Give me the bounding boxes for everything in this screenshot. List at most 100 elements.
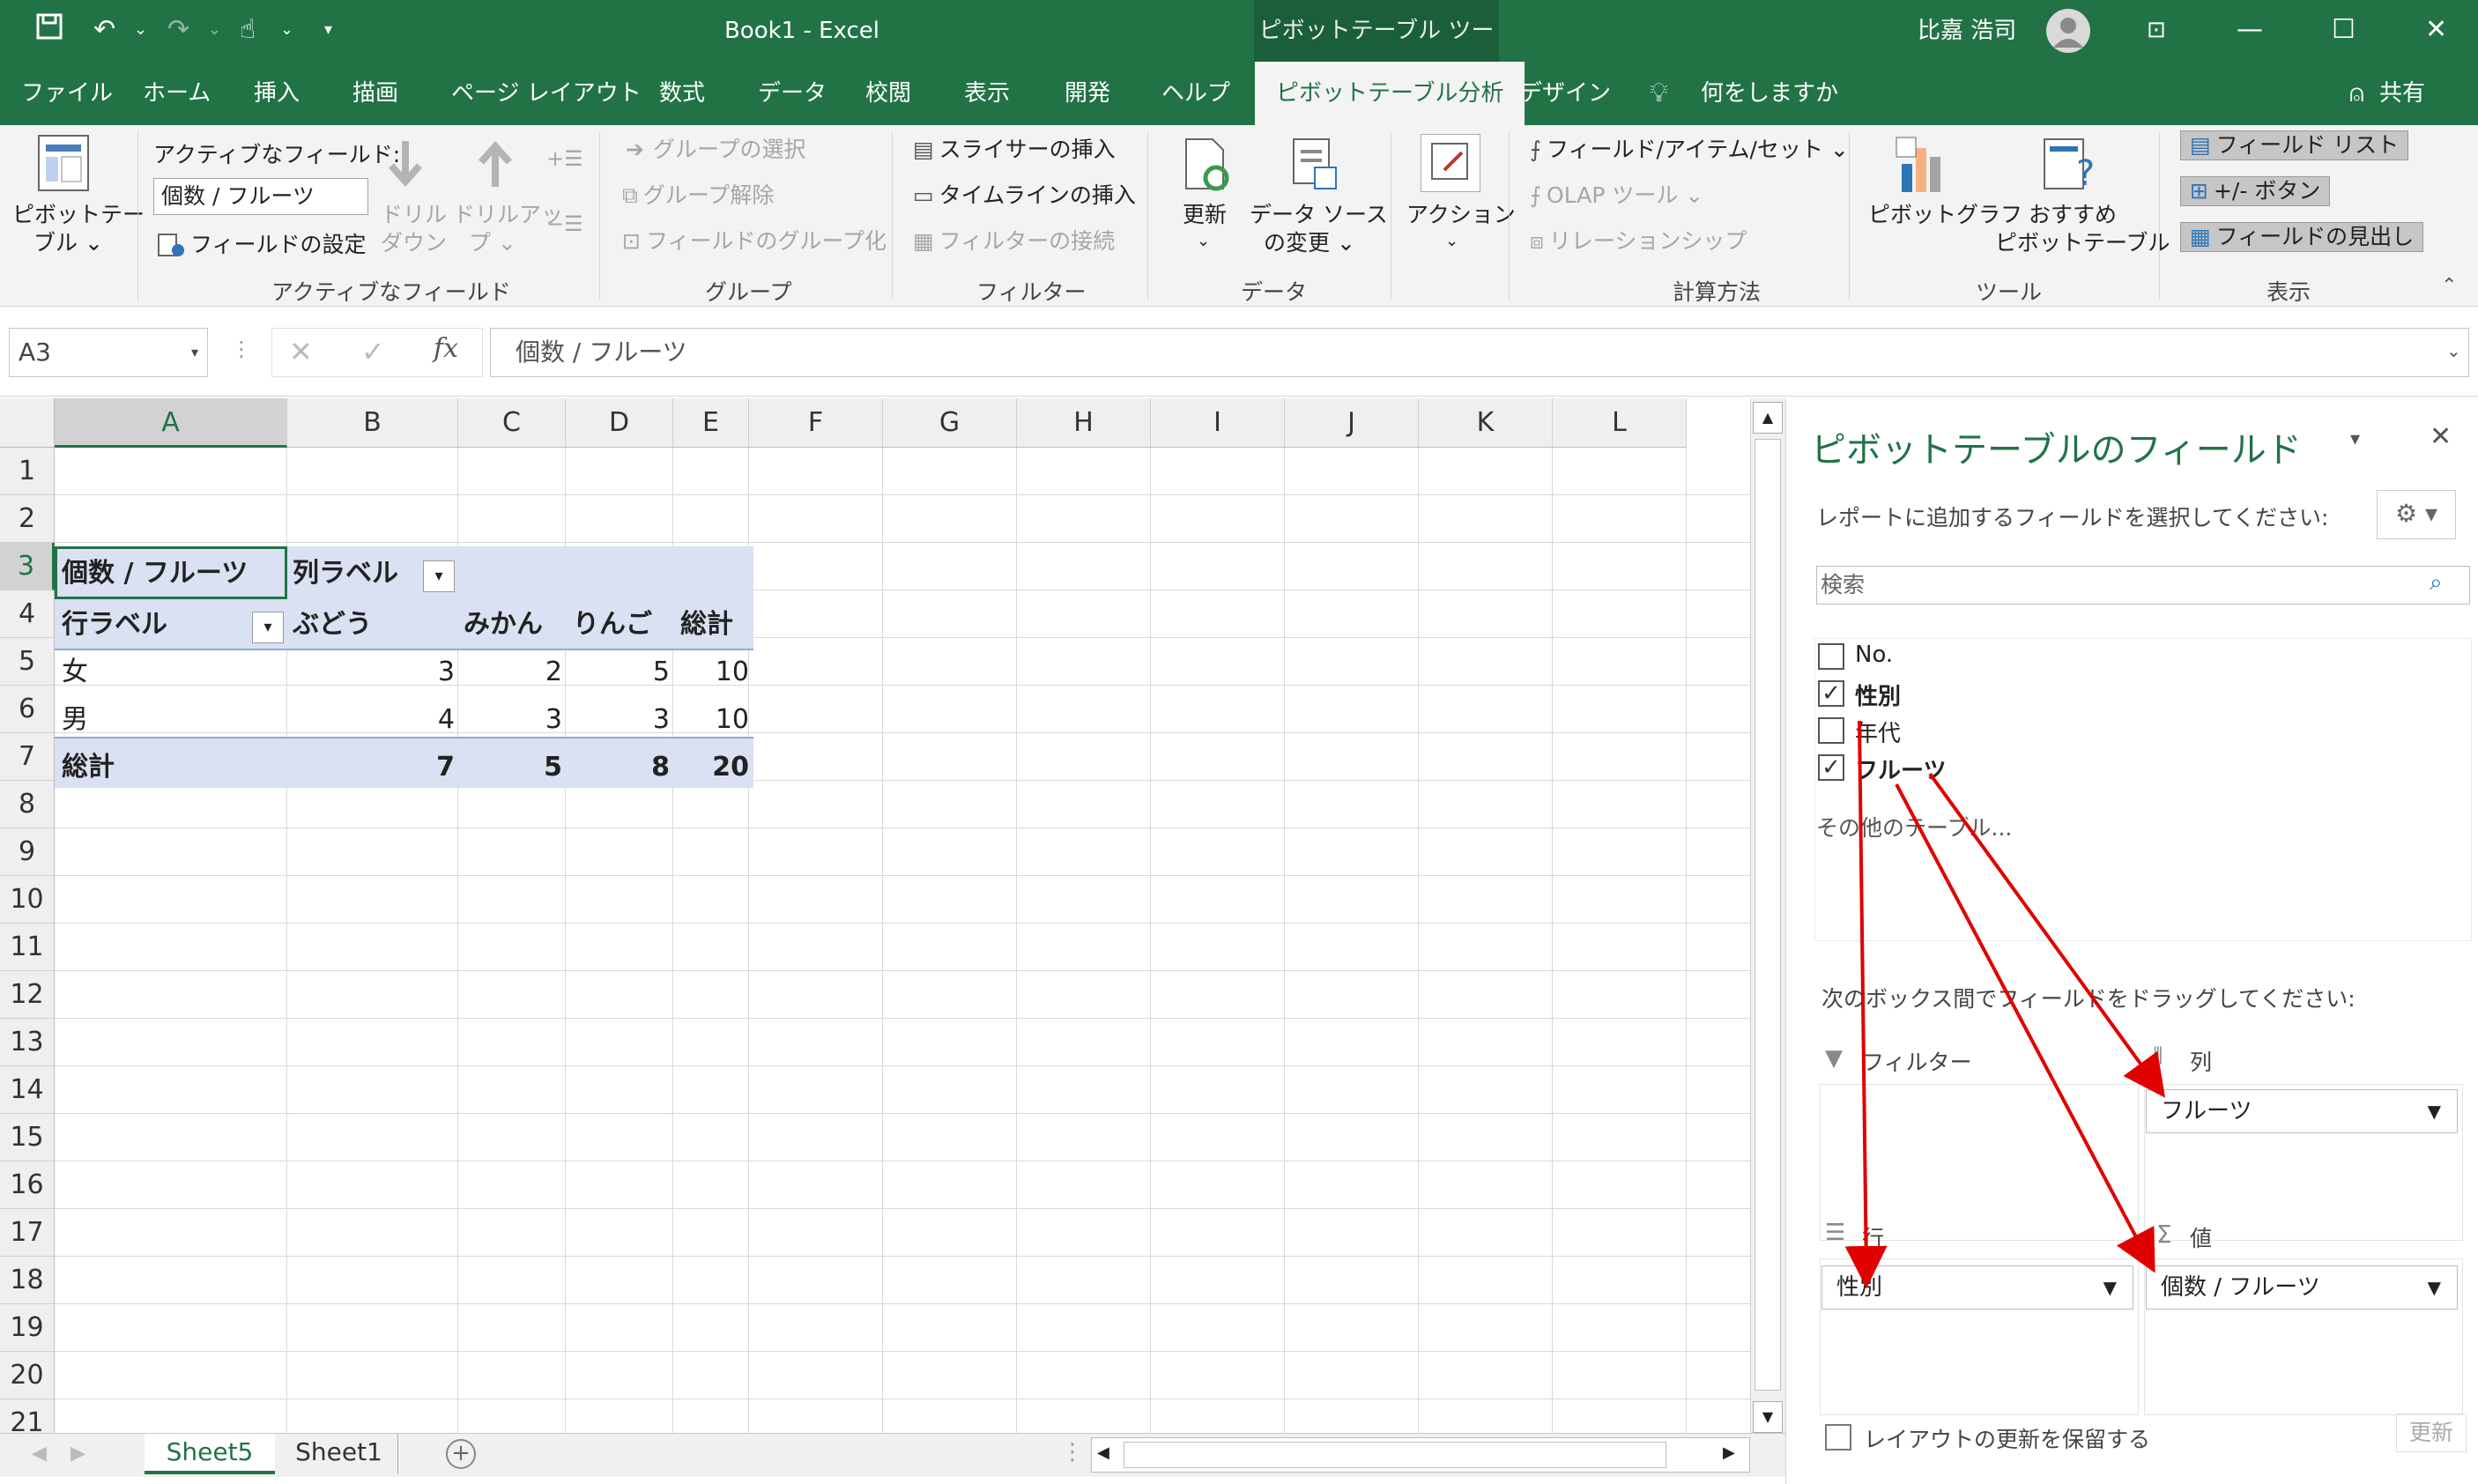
change-source-label-1[interactable]: データ ソース: [1250, 201, 1388, 229]
more-tables-link[interactable]: その他のテーブル...: [1816, 811, 2012, 842]
insert-function-icon[interactable]: fx: [434, 333, 458, 364]
pivot-value-cell[interactable]: 10: [673, 696, 749, 744]
recommended-label-1[interactable]: おすすめ: [2029, 201, 2117, 229]
defer-update-checkbox[interactable]: [1825, 1424, 1851, 1451]
rows-field-chip[interactable]: 性別 ▼: [1821, 1265, 2133, 1310]
row-header[interactable]: 14: [0, 1066, 55, 1114]
values-field-chip[interactable]: 個数 / フルーツ ▼: [2146, 1265, 2458, 1310]
field-name-age[interactable]: 年代: [1855, 716, 1901, 748]
pivot-value-cell[interactable]: 3: [566, 696, 670, 744]
pivot-col-header[interactable]: みかん: [464, 601, 543, 649]
column-header[interactable]: A: [55, 398, 287, 448]
field-checkbox-fruit[interactable]: ✓: [1818, 754, 1844, 781]
refresh-icon[interactable]: [1181, 136, 1234, 194]
pivot-value-cell[interactable]: 4: [287, 696, 455, 744]
column-header[interactable]: K: [1419, 398, 1553, 448]
fields-items-sets-button[interactable]: ⨍ フィールド/アイテム/セット ⌄: [1530, 136, 1849, 164]
expand-formula-icon[interactable]: ⌄: [2446, 340, 2461, 361]
pivot-value-cell[interactable]: 5: [566, 649, 670, 696]
field-list-toggle[interactable]: ▤ フィールド リスト: [2180, 130, 2409, 160]
field-checkbox-gender[interactable]: ✓: [1818, 680, 1844, 707]
chip-dropdown-icon[interactable]: ▼: [2428, 1266, 2441, 1309]
pivot-row-label-cell[interactable]: 男: [62, 696, 88, 744]
tab-insert[interactable]: 挿入: [254, 62, 300, 125]
scroll-up-icon[interactable]: ▲: [1753, 402, 1783, 434]
action-icon[interactable]: [1421, 134, 1480, 192]
tab-home[interactable]: ホーム: [143, 62, 211, 125]
formula-input[interactable]: 個数 / フルーツ: [490, 328, 2469, 377]
insert-timeline-button[interactable]: ▭ タイムラインの挿入: [913, 182, 1136, 210]
column-header[interactable]: L: [1553, 398, 1687, 448]
ribbon-display-icon[interactable]: ⊡: [2147, 12, 2166, 48]
touch-mode-icon[interactable]: ☝: [240, 12, 256, 48]
column-header[interactable]: D: [566, 398, 673, 448]
name-box[interactable]: A3 ▾: [9, 328, 208, 377]
row-header[interactable]: 15: [0, 1114, 55, 1161]
scroll-left-icon[interactable]: ◀: [1097, 1443, 1109, 1462]
field-name-no[interactable]: No.: [1855, 642, 1893, 668]
maximize-icon[interactable]: ☐: [2332, 12, 2356, 48]
defer-update-label[interactable]: レイアウトの更新を保留する: [1864, 1422, 2150, 1454]
vertical-scrollbar[interactable]: ▲ ▼: [1750, 398, 1785, 1436]
column-header[interactable]: C: [458, 398, 566, 448]
change-source-label-2[interactable]: の変更 ⌄: [1264, 229, 1355, 257]
name-box-dropdown-icon[interactable]: ▾: [191, 329, 198, 376]
column-header[interactable]: B: [287, 398, 458, 448]
pivot-title-cell[interactable]: 個数 / フルーツ: [62, 550, 248, 597]
minimize-icon[interactable]: —: [2237, 12, 2263, 48]
customize-qat-icon[interactable]: ▾: [324, 12, 332, 48]
field-headers-toggle[interactable]: ▦ フィールドの見出し: [2180, 222, 2424, 252]
sheet-tab-sheet1[interactable]: Sheet1: [280, 1434, 398, 1474]
row-header[interactable]: 16: [0, 1161, 55, 1209]
change-source-icon[interactable]: [1288, 136, 1341, 194]
row-header[interactable]: 9: [0, 828, 55, 876]
row-header[interactable]: 1: [0, 448, 55, 495]
column-header[interactable]: F: [749, 398, 883, 448]
tab-design[interactable]: デザイン: [1519, 62, 1611, 125]
undo-dropdown-icon[interactable]: ⌄: [134, 12, 147, 48]
refresh-label[interactable]: 更新: [1183, 201, 1227, 229]
field-name-fruit[interactable]: フルーツ: [1855, 753, 1946, 785]
chip-dropdown-icon[interactable]: ▼: [2428, 1090, 2441, 1132]
pivot-value-cell[interactable]: 3: [458, 696, 562, 744]
pivot-total-cell[interactable]: 20: [673, 744, 749, 791]
tab-formulas[interactable]: 数式: [659, 62, 705, 125]
column-header[interactable]: J: [1285, 398, 1419, 448]
row-header[interactable]: 12: [0, 971, 55, 1019]
refresh-dropdown-icon[interactable]: ⌄: [1197, 227, 1210, 256]
row-header[interactable]: 17: [0, 1209, 55, 1257]
action-dropdown-icon[interactable]: ⌄: [1445, 227, 1458, 256]
avatar[interactable]: [2046, 9, 2090, 53]
next-sheet-icon[interactable]: ▶: [70, 1443, 85, 1465]
row-header[interactable]: 19: [0, 1304, 55, 1352]
pivot-table-label-2[interactable]: ブル ⌄: [33, 229, 103, 257]
columns-field-chip[interactable]: フルーツ ▼: [2146, 1089, 2458, 1133]
scroll-down-icon[interactable]: ▼: [1753, 1401, 1783, 1433]
prev-sheet-icon[interactable]: ◀: [32, 1443, 47, 1465]
pane-options-dropdown-icon[interactable]: ▾: [2350, 428, 2360, 450]
sheet-tab-sheet5[interactable]: Sheet5: [145, 1434, 275, 1474]
tab-developer[interactable]: 開発: [1065, 62, 1110, 125]
row-header[interactable]: 20: [0, 1352, 55, 1399]
pivot-col-header[interactable]: りんご: [573, 601, 652, 649]
filter-drop-area[interactable]: [1820, 1084, 2139, 1241]
pivot-chart-icon[interactable]: [1895, 134, 1953, 196]
pane-close-icon[interactable]: ✕: [2430, 421, 2452, 452]
field-settings-button[interactable]: フィールドの設定: [157, 231, 367, 259]
tab-data[interactable]: データ: [758, 62, 827, 125]
pivot-total-cell[interactable]: 7: [287, 744, 455, 791]
tab-draw[interactable]: 描画: [352, 62, 398, 125]
scroll-right-icon[interactable]: ▶: [1723, 1443, 1735, 1462]
field-name-gender[interactable]: 性別: [1855, 679, 1901, 711]
row-header[interactable]: 18: [0, 1257, 55, 1304]
chip-dropdown-icon[interactable]: ▼: [2103, 1266, 2117, 1309]
column-header[interactable]: I: [1151, 398, 1285, 448]
row-header[interactable]: 11: [0, 924, 55, 971]
share-button[interactable]: 共有: [2379, 62, 2425, 125]
tab-page-layout[interactable]: ページ レイアウト: [451, 62, 642, 125]
tab-split-icon[interactable]: ⋮: [1061, 1439, 1084, 1465]
row-header[interactable]: 7: [0, 733, 55, 781]
column-header[interactable]: E: [673, 398, 749, 448]
pivot-row-label-cell[interactable]: 女: [62, 649, 88, 696]
recommended-label-2[interactable]: ピボットテーブル: [1995, 229, 2170, 257]
